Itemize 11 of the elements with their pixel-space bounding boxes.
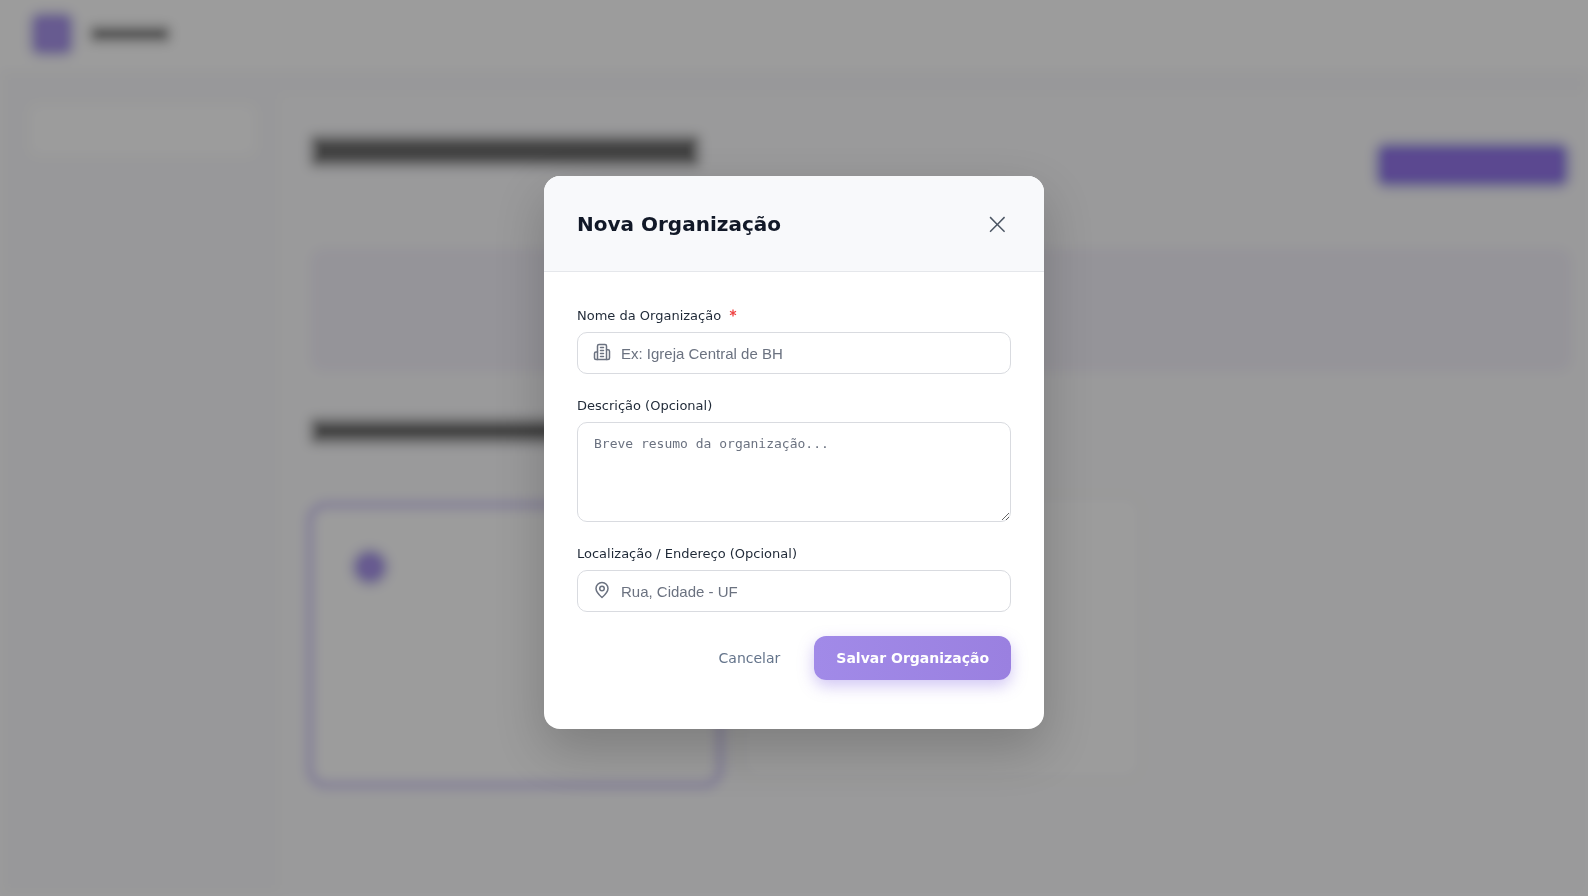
- cancel-button[interactable]: Cancelar: [702, 640, 797, 676]
- input-field[interactable]: Ex: Igreja Central de BH: [577, 332, 1011, 374]
- field-label: Localização / Endereço (Opcional): [577, 546, 797, 561]
- field-label: Descrição (Opcional): [577, 398, 713, 413]
- field-label: Nome da Organização: [577, 308, 722, 323]
- location-pin-icon: [593, 581, 611, 599]
- building-icon: [593, 343, 611, 361]
- close-button[interactable]: ×: [980, 208, 1014, 239]
- dialog-title: Nova Organização: [577, 211, 781, 236]
- input-field[interactable]: Rua, Cidade - UF: [577, 570, 1011, 612]
- description-field[interactable]: Breve resumo da organização...: [577, 422, 1011, 522]
